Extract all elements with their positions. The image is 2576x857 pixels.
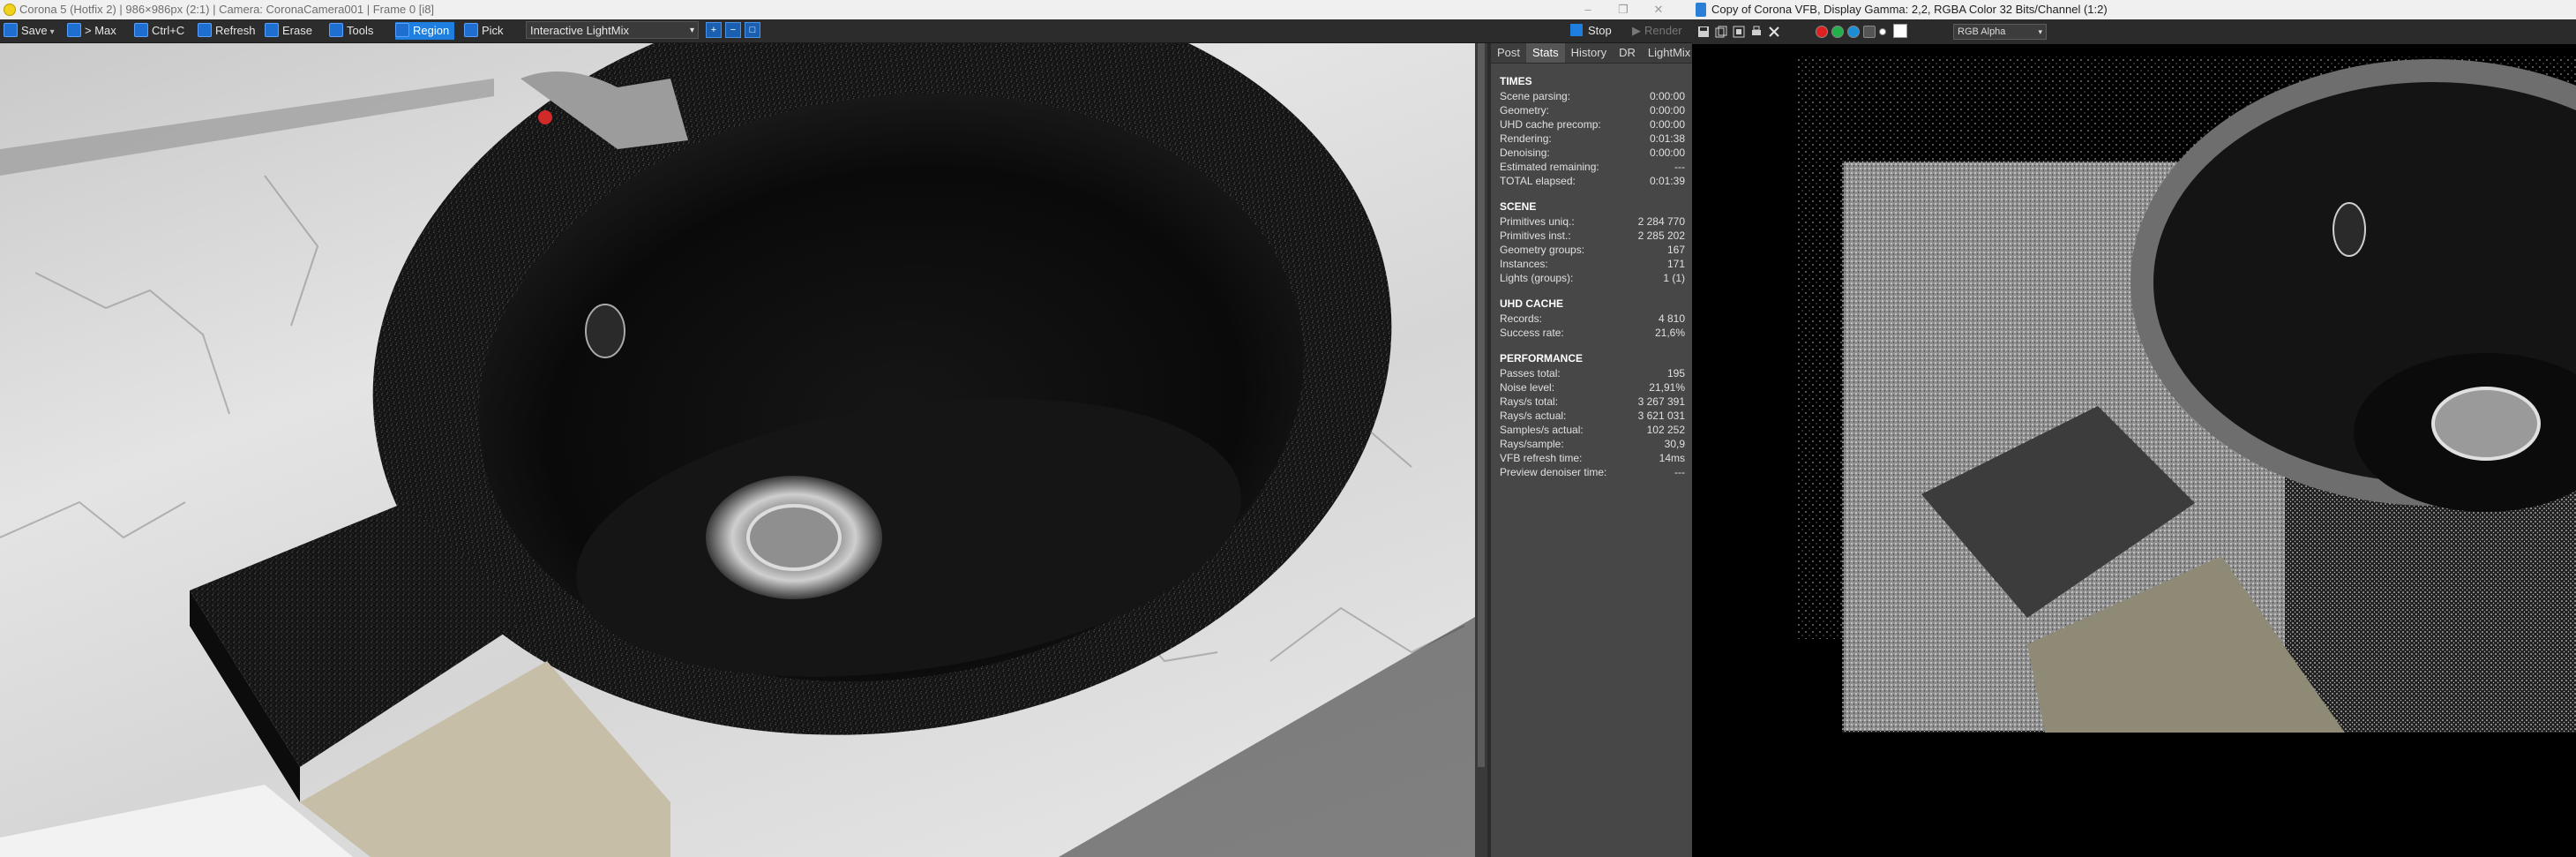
- vfb-toolbar: Save ▾ > Max Ctrl+C Refresh Erase Tools R…: [0, 19, 1692, 43]
- zoom-out-icon[interactable]: −: [725, 22, 741, 38]
- pick-button[interactable]: Pick: [464, 22, 504, 40]
- stop-icon: [1570, 24, 1583, 36]
- minimize-icon[interactable]: –: [1570, 0, 1606, 19]
- green-channel-icon[interactable]: [1831, 26, 1844, 38]
- erase-icon: [265, 23, 279, 37]
- stat-row: VFB refresh time: 14ms: [1500, 452, 1685, 464]
- blue-channel-icon[interactable]: [1847, 26, 1860, 38]
- stat-row: Rays/s actual: 3 621 031: [1500, 410, 1685, 422]
- rendered-preview: [1692, 44, 2576, 857]
- vertical-scrollbar[interactable]: [1475, 43, 1487, 857]
- render-viewport[interactable]: [0, 43, 1475, 857]
- swatch-icon[interactable]: [1893, 24, 1907, 38]
- preview-viewport[interactable]: [1692, 44, 2576, 857]
- copy-icon[interactable]: [1715, 26, 1727, 38]
- stats-list: TIMES Scene parsing: 0:00:00 Geometry: 0:0…: [1500, 70, 1685, 479]
- rendered-image: [0, 43, 1475, 857]
- max-icon: [67, 23, 81, 37]
- stat-row: Instances: 171: [1500, 258, 1685, 270]
- zoom-in-icon[interactable]: +: [706, 22, 722, 38]
- uhd-cache-header: UHD CACHE: [1500, 297, 1563, 310]
- scrollbar-thumb[interactable]: [1478, 43, 1485, 767]
- clear-icon[interactable]: [1768, 26, 1780, 38]
- print-icon[interactable]: [1750, 26, 1763, 38]
- stat-row: Success rate: 21,6%: [1500, 327, 1685, 339]
- times-header: TIMES: [1500, 75, 1532, 87]
- stat-row: Geometry groups: 167: [1500, 244, 1685, 256]
- stat-row: Estimated remaining: ---: [1500, 161, 1685, 173]
- pick-icon: [464, 23, 478, 37]
- stat-row: Primitives inst.: 2 285 202: [1500, 229, 1685, 242]
- stat-row: Preview denoiser time: ---: [1500, 466, 1685, 478]
- copy-icon: [134, 23, 148, 37]
- stat-row: Scene parsing: 0:00:00: [1500, 90, 1685, 102]
- tab-history[interactable]: History: [1565, 43, 1613, 63]
- channel-dropdown[interactable]: RGB Alpha ▾: [1953, 24, 2047, 40]
- play-icon: ▶: [1632, 24, 1641, 37]
- right-toolbar: RGB Alpha ▾: [1692, 19, 2576, 44]
- stat-row: Rendering: 0:01:38: [1500, 132, 1685, 145]
- vfb-copy-icon: [1696, 3, 1706, 17]
- performance-header: PERFORMANCE: [1500, 352, 1584, 365]
- scene-header: SCENE: [1500, 200, 1537, 213]
- stat-row: Records: 4 810: [1500, 312, 1685, 325]
- left-title-bar: Corona 5 (Hotfix 2) | 986×986px (2:1) | …: [0, 0, 1692, 19]
- stat-row: Geometry: 0:00:00: [1500, 104, 1685, 117]
- stat-row: Passes total: 195: [1500, 367, 1685, 380]
- tab-lightmix[interactable]: LightMix: [1642, 43, 1696, 63]
- tab-dr[interactable]: DR: [1613, 43, 1642, 63]
- tools-icon: [329, 23, 343, 37]
- region-icon: [395, 23, 409, 37]
- stat-row: Primitives uniq.: 2 284 770: [1500, 215, 1685, 228]
- stat-row: TOTAL elapsed: 0:01:39: [1500, 175, 1685, 187]
- stat-row: Denoising: 0:00:00: [1500, 147, 1685, 159]
- save-icon[interactable]: [1697, 26, 1710, 38]
- stop-button[interactable]: Stop: [1570, 21, 1612, 41]
- refresh-icon: [198, 23, 212, 37]
- tab-stats[interactable]: Stats: [1526, 43, 1565, 63]
- alpha-channel-icon[interactable]: [1863, 26, 1876, 38]
- zoom-fit-icon[interactable]: □: [745, 22, 760, 38]
- save-button[interactable]: Save ▾: [4, 22, 55, 40]
- left-window-controls: – ❐ ✕: [1570, 0, 1676, 19]
- restore-icon[interactable]: ❐: [1606, 0, 1641, 19]
- erase-button[interactable]: Erase: [265, 22, 312, 40]
- corona-app-icon: [4, 4, 16, 16]
- stat-row: Samples/s actual: 102 252: [1500, 424, 1685, 436]
- lightmix-dropdown[interactable]: Interactive LightMix ▾: [526, 21, 699, 39]
- stat-row: UHD cache precomp: 0:00:00: [1500, 118, 1685, 131]
- vfb-side-panel: Post Stats History DR LightMix TIMES Sce…: [1491, 43, 1692, 857]
- refresh-button[interactable]: Refresh: [198, 22, 256, 40]
- red-channel-icon[interactable]: [1816, 26, 1828, 38]
- chevron-down-icon: ▾: [2038, 27, 2042, 36]
- tab-post[interactable]: Post: [1491, 43, 1526, 63]
- stat-row: Lights (groups): 1 (1): [1500, 272, 1685, 284]
- tools-button[interactable]: Tools: [329, 22, 373, 40]
- right-title-bar: Copy of Corona VFB, Display Gamma: 2,2, …: [1692, 0, 2576, 19]
- close-icon[interactable]: ✕: [1641, 0, 1676, 19]
- mono-channel-icon[interactable]: [1879, 28, 1886, 35]
- stat-row: Rays/sample: 30,9: [1500, 438, 1685, 450]
- render-button[interactable]: ▶ Render: [1632, 21, 1682, 41]
- copy-button[interactable]: Ctrl+C: [134, 22, 184, 40]
- max-button[interactable]: > Max: [67, 22, 116, 40]
- right-window-title: Copy of Corona VFB, Display Gamma: 2,2, …: [1711, 3, 2108, 16]
- save-icon: [4, 23, 18, 37]
- chevron-down-icon: ▾: [689, 26, 694, 35]
- left-window-title: Corona 5 (Hotfix 2) | 986×986px (2:1) | …: [19, 3, 435, 16]
- region-button[interactable]: Region: [395, 22, 455, 40]
- stat-row: Rays/s total: 3 267 391: [1500, 395, 1685, 408]
- clone-icon[interactable]: [1733, 26, 1745, 38]
- chevron-down-icon[interactable]: ▾: [50, 27, 55, 37]
- side-panel-tabs: Post Stats History DR LightMix: [1491, 43, 1692, 64]
- stat-row: Noise level: 21,91%: [1500, 381, 1685, 394]
